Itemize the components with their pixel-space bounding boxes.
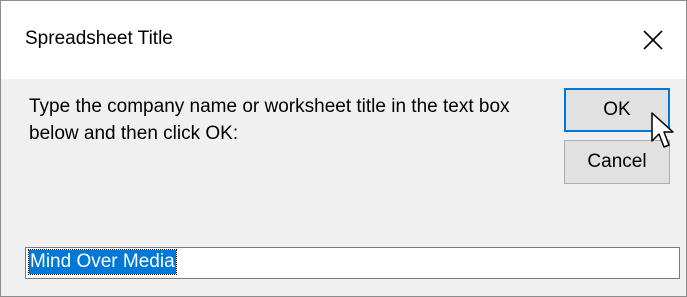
prompt-text: Type the company name or worksheet title…	[29, 96, 510, 144]
dialog-title: Spreadsheet Title	[25, 28, 173, 49]
close-icon	[643, 30, 663, 50]
cancel-button[interactable]: Cancel	[564, 140, 670, 184]
close-button[interactable]	[620, 1, 686, 79]
spreadsheet-title-dialog: Spreadsheet Title Type the company name …	[0, 0, 687, 297]
title-input[interactable]: Mind Over Media	[25, 247, 680, 279]
title-input-value: Mind Over Media	[28, 249, 177, 275]
ok-button[interactable]: OK	[564, 88, 670, 132]
title-bar: Spreadsheet Title	[1, 1, 686, 79]
